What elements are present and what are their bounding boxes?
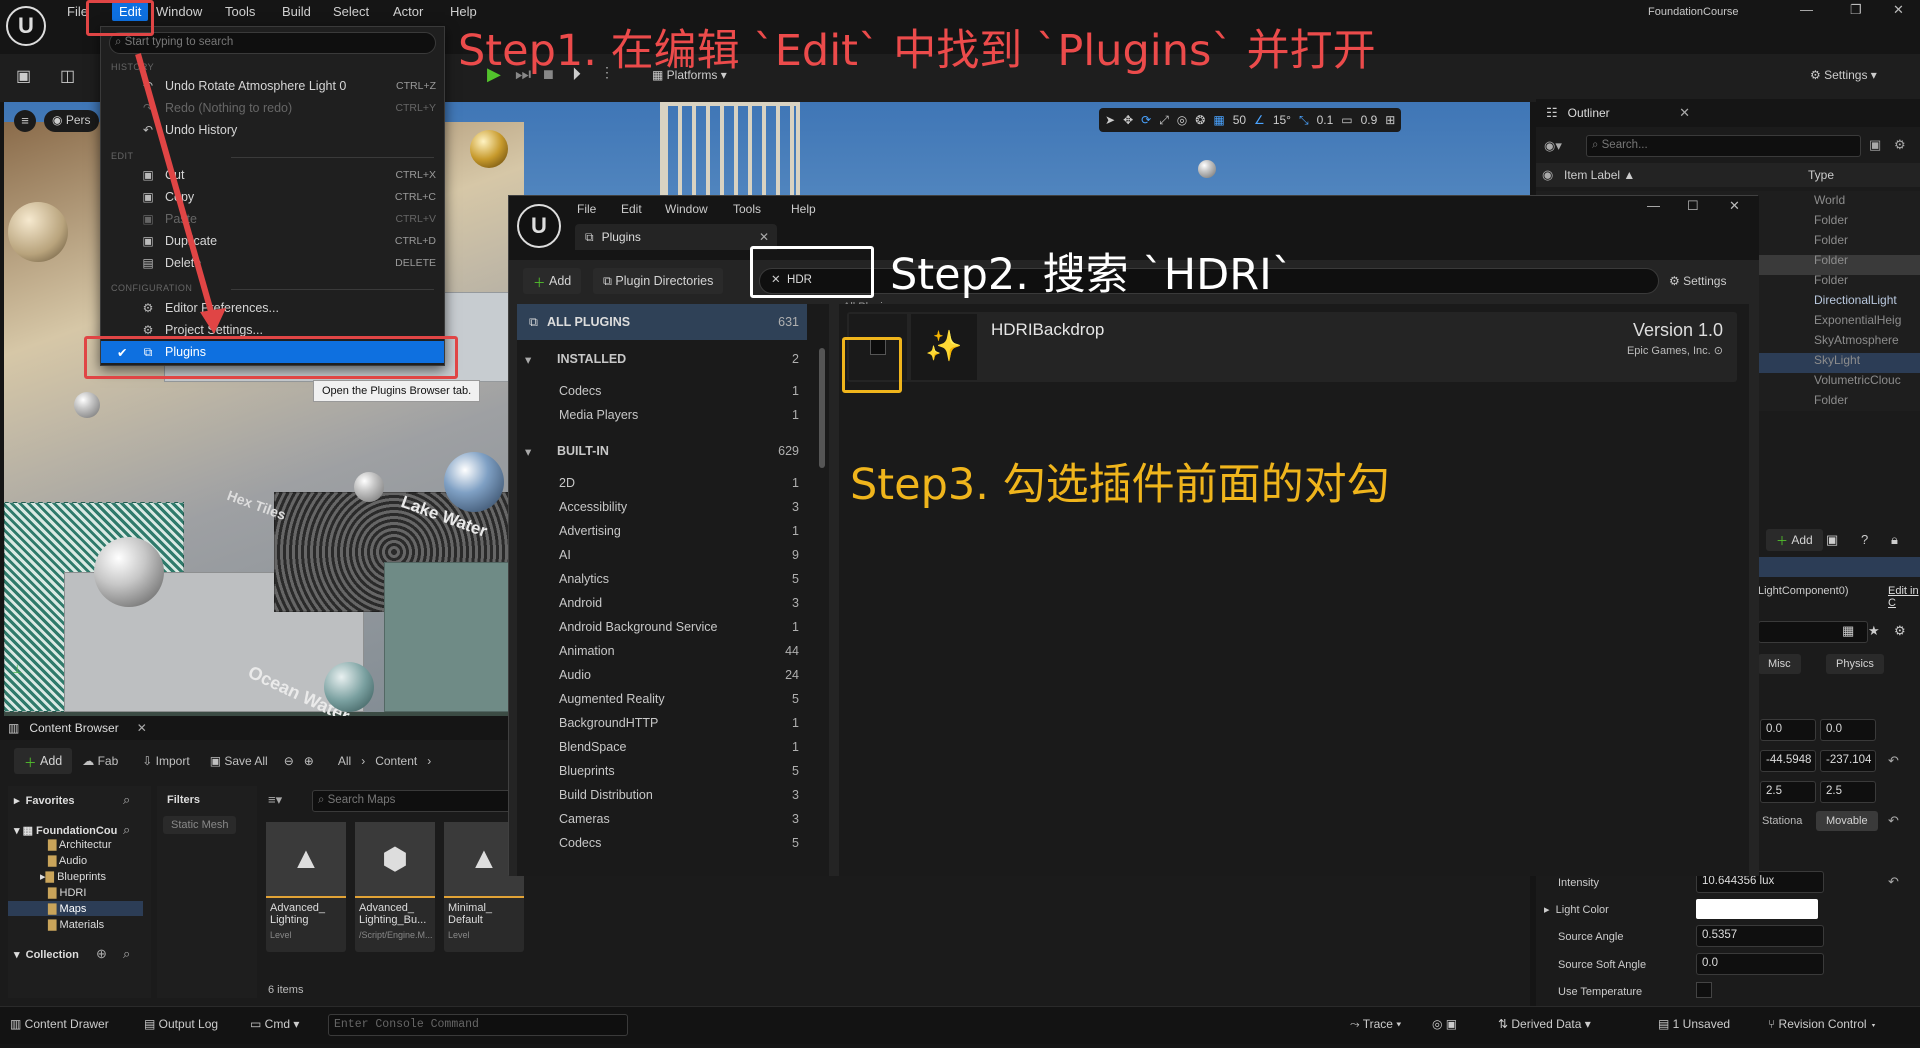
trace-label: Trace <box>1362 1017 1393 1031</box>
unsaved-button[interactable]: ▤ 1 Unsaved <box>1658 1017 1730 1031</box>
trace-button[interactable]: ⤳ Trace ▾ <box>1350 1017 1401 1032</box>
annotation-step2: Step2. 搜索 `HDRI` <box>890 250 1294 300</box>
unsaved-label: 1 Unsaved <box>1672 1017 1731 1031</box>
annotation-arrow <box>135 53 226 334</box>
annotation-step3: Step3. 勾选插件前面的对勾 <box>850 460 1390 510</box>
revision-control-label: Revision Control <box>1778 1017 1867 1031</box>
derived-data-button[interactable]: ⇅ Derived Data ▾ <box>1498 1017 1591 1031</box>
output-log-label: Output Log <box>158 1017 219 1031</box>
content-drawer-label: Content Drawer <box>24 1017 109 1031</box>
revision-control-button[interactable]: ⑂ Revision Control ▾ <box>1768 1017 1877 1031</box>
status-bar: ▥ Content Drawer ▤ Output Log ▭ Cmd ▾ En… <box>0 1006 1920 1044</box>
console-placeholder: Enter Console Command <box>334 1018 479 1031</box>
annotation-step1: Step1. 在编辑 `Edit` 中找到 `Plugins` 并打开 <box>458 26 1376 76</box>
output-log-button[interactable]: ▤ Output Log <box>144 1017 218 1031</box>
cmd-dropdown[interactable]: ▭ Cmd ▾ <box>250 1017 299 1031</box>
content-drawer-button[interactable]: ▥ Content Drawer <box>10 1017 109 1031</box>
derived-data-label: Derived Data <box>1511 1017 1582 1031</box>
highlight-checkbox <box>842 337 902 393</box>
cmd-label: Cmd <box>264 1017 291 1031</box>
record-icon[interactable]: ◎ ▣ <box>1432 1017 1457 1031</box>
highlight-search-box <box>750 246 874 298</box>
console-input[interactable]: Enter Console Command <box>328 1014 628 1036</box>
